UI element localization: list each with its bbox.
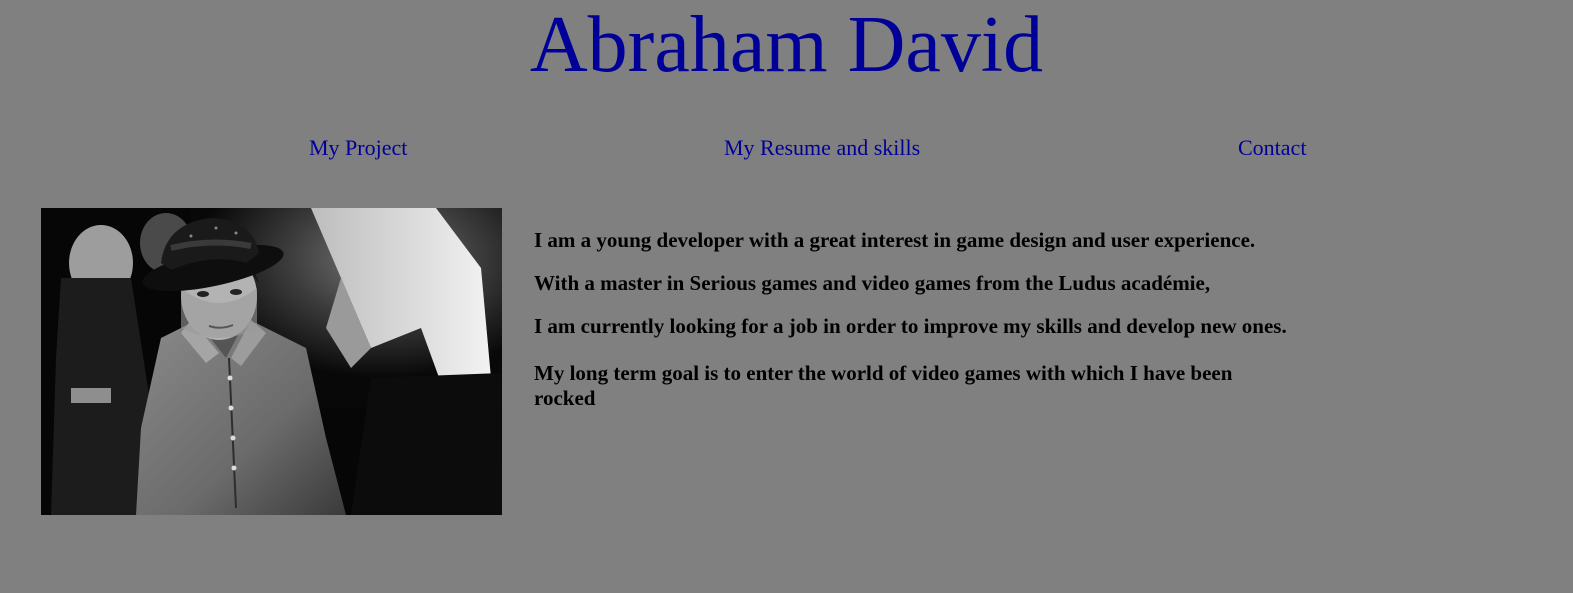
bio-paragraph: I am currently looking for a job in orde… [534, 314, 1287, 338]
nav-link-resume-and-skills[interactable]: My Resume and skills [724, 134, 920, 162]
bio-paragraph: I am a young developer with a great inte… [534, 228, 1256, 252]
nav-link-my-project[interactable]: My Project [309, 134, 407, 162]
nav-link-contact[interactable]: Contact [1238, 134, 1306, 162]
bio-text: I am a young developer with a great inte… [534, 228, 1294, 429]
bio-paragraph: My long term goal is to enter the world … [534, 361, 1233, 410]
bio-paragraph: With a master in Serious games and video… [534, 271, 1211, 295]
profile-photo [41, 208, 502, 515]
page-title: Abraham David [529, 1, 1044, 89]
